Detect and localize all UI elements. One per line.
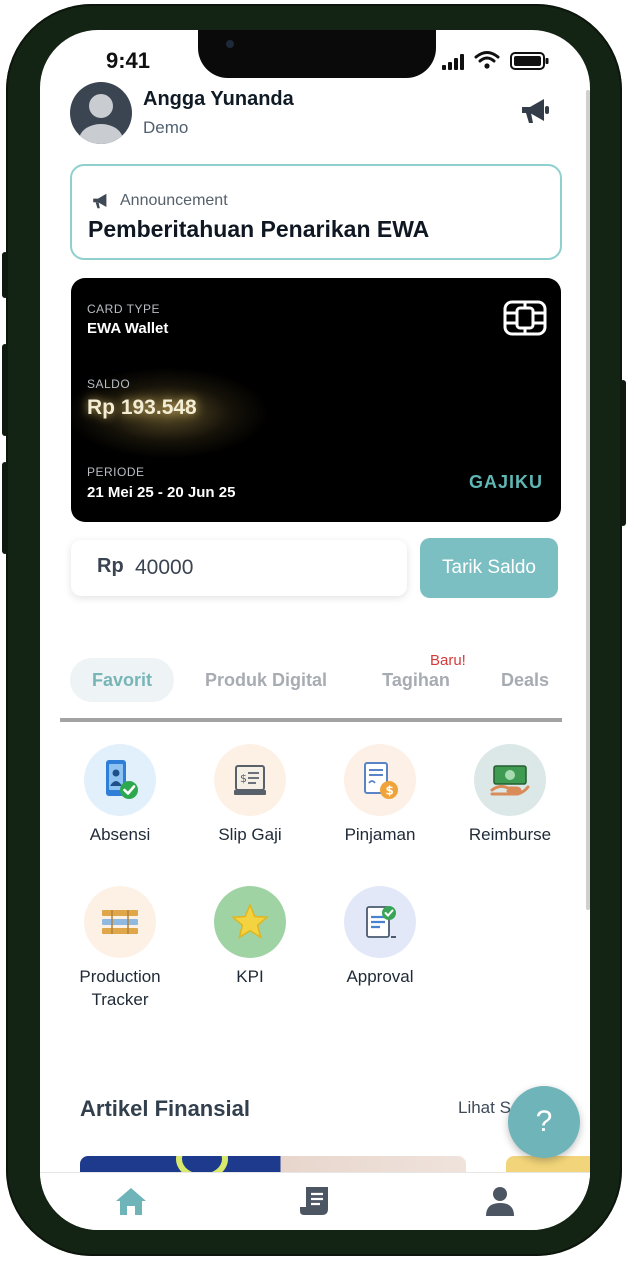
menu-item-pinjaman[interactable]: $ Pinjaman: [320, 744, 440, 846]
menu-item-kpi[interactable]: KPI: [190, 886, 310, 988]
amount-input[interactable]: [135, 550, 385, 586]
phone-side-button: [2, 344, 8, 436]
home-icon[interactable]: [114, 1185, 148, 1217]
phone-side-button: [2, 462, 8, 554]
see-all-link[interactable]: Lihat S: [458, 1098, 511, 1118]
svg-text:$: $: [386, 784, 394, 798]
menu-label: Slip Gaji: [218, 825, 282, 844]
svg-text:$: $: [240, 772, 247, 785]
user-subtitle: Demo: [143, 118, 189, 137]
tab-favorit[interactable]: Favorit: [70, 658, 174, 702]
app-screen: 9:41 Angga Yunanda Demo Announcement Pem…: [40, 30, 590, 1230]
profile-icon[interactable]: [484, 1185, 516, 1217]
approval-icon: [344, 886, 416, 958]
star-icon: [214, 886, 286, 958]
menu-label: Absensi: [89, 825, 151, 844]
scrollbar[interactable]: [586, 90, 590, 910]
chip-icon: [503, 300, 547, 336]
ewa-wallet-card[interactable]: CARD TYPE EWA Wallet SALDO Rp 193.548 PE…: [71, 278, 561, 522]
receipt-icon[interactable]: [298, 1185, 334, 1217]
loan-icon: $: [344, 744, 416, 816]
menu-item-production-tracker[interactable]: Production Tracker: [60, 886, 180, 1011]
avatar[interactable]: [70, 82, 132, 144]
tab-underline: [60, 718, 562, 722]
menu-label: KPI: [236, 967, 264, 986]
announcement-label: Announcement: [120, 192, 228, 209]
currency-label: Rp: [97, 555, 124, 577]
help-button[interactable]: ?: [508, 1086, 580, 1158]
new-badge: Baru!: [430, 652, 466, 669]
megaphone-icon[interactable]: [518, 96, 552, 126]
phone-side-button: [2, 252, 8, 298]
saldo-value: Rp 193.548: [87, 396, 197, 419]
status-time: 9:41: [106, 48, 151, 73]
attendance-icon: [84, 744, 156, 816]
wifi-icon: [474, 50, 500, 70]
menu-label: Production Tracker: [79, 967, 161, 1009]
card-type-value: EWA Wallet: [87, 320, 169, 337]
tarik-saldo-button[interactable]: Tarik Saldo: [420, 538, 558, 598]
tab-deals[interactable]: Deals: [492, 658, 558, 702]
user-name: Angga Yunanda: [143, 88, 294, 110]
signal-icon: [442, 54, 466, 70]
menu-label: Reimburse: [468, 825, 552, 844]
menu-label: Pinjaman: [344, 825, 416, 844]
megaphone-icon: [90, 192, 112, 210]
menu-item-approval[interactable]: Approval: [320, 886, 440, 988]
periode-value: 21 Mei 25 - 20 Jun 25: [87, 484, 236, 501]
payslip-icon: $: [214, 744, 286, 816]
announcement-card[interactable]: Announcement Pemberitahuan Penarikan EWA: [70, 164, 562, 260]
saldo-label: SALDO: [87, 377, 131, 391]
phone-side-button: [620, 380, 626, 526]
battery-icon: [510, 52, 550, 70]
menu-item-reimburse[interactable]: Reimburse: [450, 744, 570, 846]
camera-icon: [226, 40, 234, 48]
menu-label: Approval: [346, 967, 414, 986]
notch: [198, 30, 436, 78]
gajiku-logo: GAJIKU: [469, 472, 544, 492]
card-type-label: CARD TYPE: [87, 302, 160, 316]
reimburse-icon: [474, 744, 546, 816]
bottom-nav: [40, 1172, 590, 1230]
amount-field[interactable]: Rp: [71, 540, 407, 596]
articles-title: Artikel Finansial: [80, 1096, 250, 1121]
announcement-title: Pemberitahuan Penarikan EWA: [88, 216, 430, 242]
menu-item-slip-gaji[interactable]: $ Slip Gaji: [190, 744, 310, 846]
tab-produk-digital[interactable]: Produk Digital: [196, 658, 336, 702]
periode-label: PERIODE: [87, 465, 145, 479]
menu-item-absensi[interactable]: Absensi: [60, 744, 180, 846]
production-tracker-icon: [84, 886, 156, 958]
